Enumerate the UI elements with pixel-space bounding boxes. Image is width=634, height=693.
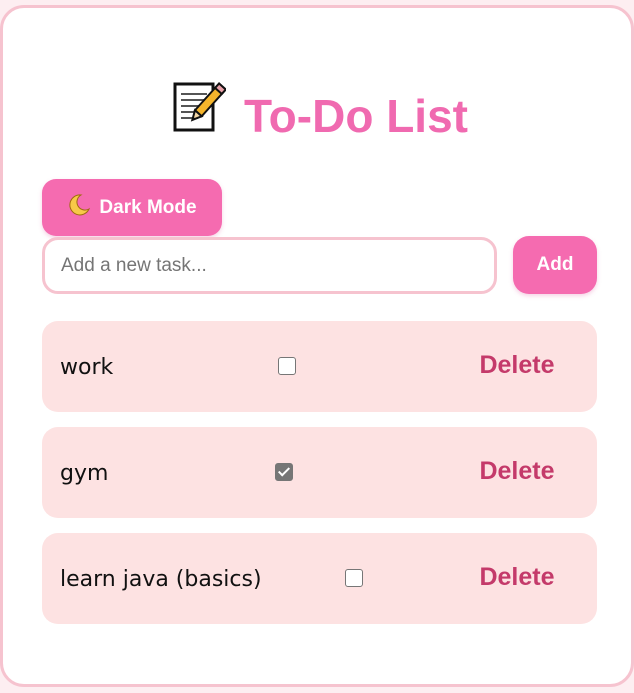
dark-mode-label: Dark Mode <box>99 196 197 218</box>
page-title: To-Do List <box>3 81 634 148</box>
crescent-moon-icon <box>67 193 91 223</box>
task-checkbox[interactable] <box>278 357 296 375</box>
task-label: work <box>60 355 114 380</box>
title-text: To-Do List <box>244 89 468 142</box>
task-item: work Delete <box>42 321 597 412</box>
delete-button[interactable]: Delete <box>462 321 572 412</box>
add-button[interactable]: Add <box>513 236 597 294</box>
task-item: learn java (basics) Delete <box>42 533 597 624</box>
memo-icon <box>172 78 228 148</box>
task-label: learn java (basics) <box>60 567 262 592</box>
task-label: gym <box>60 461 109 486</box>
task-checkbox[interactable] <box>275 463 293 481</box>
delete-button[interactable]: Delete <box>462 427 572 518</box>
task-checkbox[interactable] <box>345 569 363 587</box>
dark-mode-button[interactable]: Dark Mode <box>42 179 222 236</box>
task-item: gym Delete <box>42 427 597 518</box>
delete-button[interactable]: Delete <box>462 533 572 624</box>
todo-card: To-Do List Dark Mode Add work Delete gym… <box>0 5 634 687</box>
new-task-input[interactable] <box>42 237 497 294</box>
